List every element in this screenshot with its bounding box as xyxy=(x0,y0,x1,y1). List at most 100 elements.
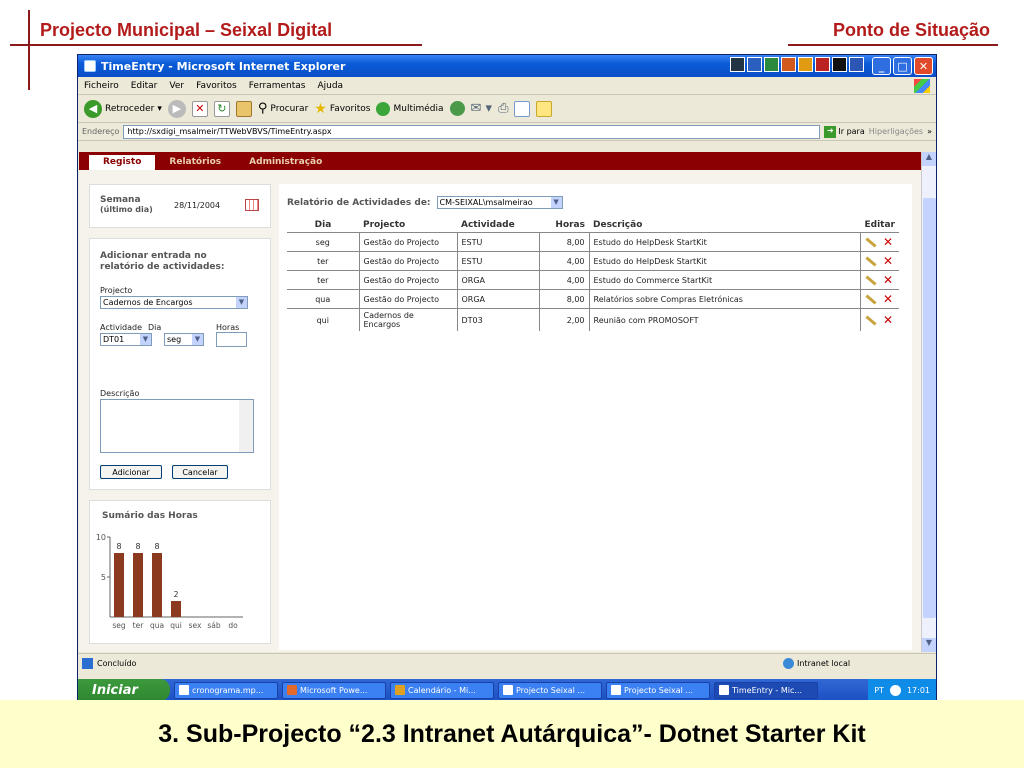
forward-arrow-icon[interactable]: ▶ xyxy=(167,99,186,118)
taskbar-item-calendar[interactable]: Calendário - Mi... xyxy=(390,681,494,699)
calendar-icon[interactable] xyxy=(245,199,259,211)
cell-actividade: ESTU xyxy=(456,232,539,252)
tab-relatorios[interactable]: Relatórios xyxy=(155,155,235,170)
language-indicator[interactable]: PT xyxy=(874,686,884,695)
taskbar-item-projecto-2[interactable]: Projecto Seixal ... xyxy=(606,681,710,699)
home-icon[interactable] xyxy=(235,100,252,117)
chart-bar xyxy=(133,553,143,617)
browser-toolbar: ◀ Retroceder ▾ ▶ ✕ ↻ ⚲ Procurar ★ Favori… xyxy=(78,95,936,123)
ie-shortcut-icon[interactable] xyxy=(849,57,864,72)
hours-input[interactable] xyxy=(216,332,247,347)
maximize-button[interactable]: □ xyxy=(893,57,912,75)
pencil-icon[interactable] xyxy=(865,236,877,248)
page-scrollbar[interactable]: ▲ ▼ xyxy=(921,152,936,652)
close-button[interactable]: ✕ xyxy=(914,57,933,75)
mail-icon[interactable]: ✉ ▾ xyxy=(471,101,493,116)
day-select[interactable]: seg ▼ xyxy=(164,333,204,346)
cell-dia: qui xyxy=(287,308,359,331)
edit-icon[interactable] xyxy=(514,100,531,117)
menu-ferramentas[interactable]: Ferramentas xyxy=(249,81,306,91)
go-button[interactable]: ➔ Ir para xyxy=(824,125,865,138)
delete-icon[interactable]: ✕ xyxy=(883,313,893,327)
menu-ficheiro[interactable]: Ficheiro xyxy=(84,81,119,91)
refresh-icon[interactable]: ↻ xyxy=(213,100,230,117)
messenger-icon[interactable] xyxy=(536,100,553,117)
links-label[interactable]: Hiperligações xyxy=(869,127,923,136)
print-icon[interactable]: ⎙ xyxy=(498,101,508,116)
excel-icon[interactable] xyxy=(764,57,779,72)
table-row: ter Gestão do Projecto ESTU 4,00 Estudo do H… xyxy=(287,251,899,271)
security-zone: Intranet local xyxy=(783,658,850,669)
pencil-icon[interactable] xyxy=(865,293,877,305)
tab-registo[interactable]: Registo xyxy=(89,155,156,170)
textarea-scrollbar[interactable] xyxy=(239,400,253,452)
user-select[interactable]: CM-SEIXAL\msalmeirao ▼ xyxy=(436,196,563,209)
x-tick-label: do xyxy=(228,621,238,630)
word-icon[interactable] xyxy=(747,57,762,72)
col-projecto: Projecto xyxy=(363,220,406,230)
media-button[interactable]: Multimédia xyxy=(376,101,444,116)
delete-icon[interactable]: ✕ xyxy=(883,254,893,268)
window-titlebar[interactable]: TimeEntry - Microsoft Internet Explorer … xyxy=(78,55,936,77)
media-label: Multimédia xyxy=(393,103,444,114)
cancel-button[interactable]: Cancelar xyxy=(172,465,228,479)
menu-favoritos[interactable]: Favoritos xyxy=(196,81,237,91)
x-tick-label: seg xyxy=(112,621,126,630)
delete-icon[interactable]: ✕ xyxy=(883,273,893,287)
cell-projecto: Gestão do Projecto xyxy=(358,251,457,271)
activity-select[interactable]: DT01 ▼ xyxy=(100,333,152,346)
tab-administracao[interactable]: Administração xyxy=(235,155,336,170)
menu-ajuda[interactable]: Ajuda xyxy=(317,81,343,91)
window-title: TimeEntry - Microsoft Internet Explorer xyxy=(101,59,346,73)
network-icon[interactable] xyxy=(889,684,901,696)
report-label: Relatório de Actividades de: xyxy=(287,197,431,208)
delete-icon[interactable]: ✕ xyxy=(883,292,893,306)
taskbar-item-projecto-1[interactable]: Projecto Seixal ... xyxy=(498,681,602,699)
task-label: Calendário - Mi... xyxy=(408,685,476,695)
chevron-right-icon[interactable]: » xyxy=(927,127,932,136)
task-label: TimeEntry - Mic... xyxy=(732,685,802,695)
office-icon[interactable] xyxy=(730,57,745,72)
address-input[interactable]: http://sxdigi_msalmeir/TTWebVBVS/TimeEnt… xyxy=(123,124,821,139)
scroll-up-icon[interactable]: ▲ xyxy=(922,152,936,166)
minimize-button[interactable]: _ xyxy=(872,57,891,75)
col-descricao: Descrição xyxy=(593,220,643,230)
cell-editar: ✕ xyxy=(860,270,899,290)
taskbar-item-cronograma[interactable]: cronograma.mp... xyxy=(174,681,278,699)
report-rows: seg Gestão do Projecto ESTU 8,00 Estudo do H… xyxy=(287,232,899,331)
history-icon[interactable] xyxy=(449,101,465,116)
project-select[interactable]: Cadernos de Encargos ▼ xyxy=(100,296,248,309)
delete-icon[interactable]: ✕ xyxy=(883,235,893,249)
add-button[interactable]: Adicionar xyxy=(100,465,162,479)
description-textarea[interactable] xyxy=(100,399,254,453)
favorites-button[interactable]: ★ Favoritos xyxy=(314,101,370,117)
start-button[interactable]: Iniciar xyxy=(78,679,170,701)
pencil-icon[interactable] xyxy=(865,255,877,267)
scroll-down-icon[interactable]: ▼ xyxy=(922,638,936,652)
outlook-icon[interactable] xyxy=(798,57,813,72)
cell-editar: ✕ xyxy=(860,232,899,252)
taskbar-item-timeentry[interactable]: TimeEntry - Mic... xyxy=(714,681,818,699)
pencil-icon[interactable] xyxy=(865,274,877,286)
ie-icon xyxy=(719,685,729,695)
slide-footer: 3. Sub-Projecto “2.3 Intranet Autárquica… xyxy=(0,700,1024,768)
media-icon xyxy=(376,101,391,116)
taskbar-item-powerpoint[interactable]: Microsoft Powe... xyxy=(282,681,386,699)
scroll-thumb[interactable] xyxy=(923,198,936,618)
back-button[interactable]: ◀ Retroceder ▾ xyxy=(84,99,162,118)
cell-projecto: Cadernos de Encargos xyxy=(358,308,457,331)
menu-editar[interactable]: Editar xyxy=(131,81,158,91)
report-table: Dia Projecto Actividade Horas Descrição … xyxy=(287,218,899,331)
powerpoint-icon[interactable] xyxy=(781,57,796,72)
x-tick-label: sex xyxy=(189,621,202,630)
form-heading-line1: Adicionar entrada no xyxy=(100,251,207,261)
table-row: ter Gestão do Projecto ORGA 4,00 Estudo do C… xyxy=(287,270,899,290)
y-tick-label: 5 xyxy=(101,573,106,582)
access-icon[interactable] xyxy=(815,57,830,72)
form-heading-line2: relatório de actividades: xyxy=(100,262,225,272)
summary-heading: Sumário das Horas xyxy=(102,511,198,521)
pencil-icon[interactable] xyxy=(865,314,877,326)
stop-icon[interactable]: ✕ xyxy=(191,100,208,117)
menu-ver[interactable]: Ver xyxy=(169,81,184,91)
search-button[interactable]: ⚲ Procurar xyxy=(258,101,308,116)
